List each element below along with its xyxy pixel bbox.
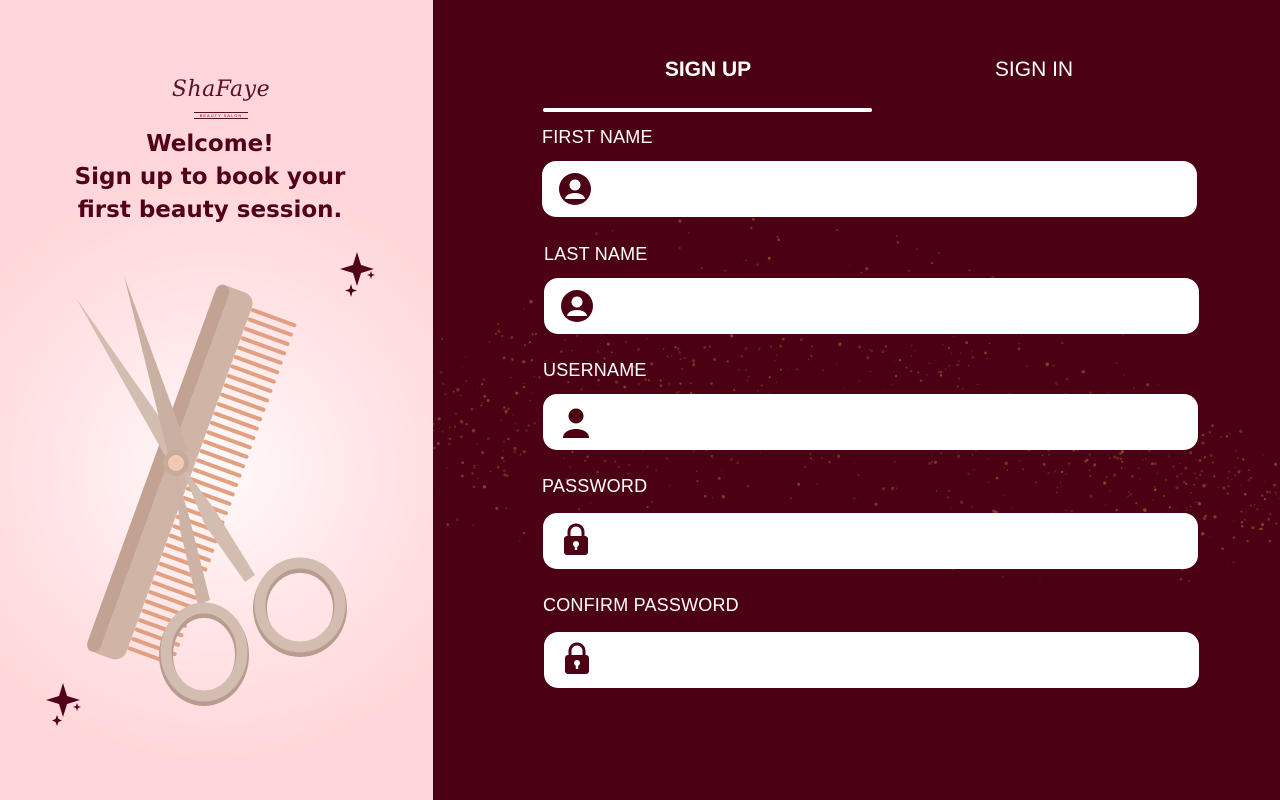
brand-logo: ShaFaye BEAUTY SALON — [163, 77, 279, 119]
username-input[interactable] — [605, 402, 1180, 442]
signup-panel: SIGN UP SIGN IN FIRST NAME LAST NAME USE… — [433, 0, 1280, 800]
sparkle-icon — [46, 683, 81, 726]
user-circle-icon — [559, 173, 591, 205]
user-icon — [563, 408, 589, 438]
user-circle-icon — [561, 290, 593, 322]
welcome-heading: Welcome! Sign up to book your first beau… — [40, 128, 380, 227]
tab-sign-in[interactable]: SIGN IN — [934, 58, 1134, 82]
last-name-label: LAST NAME — [544, 244, 648, 264]
welcome-line-2: Sign up to book your — [74, 164, 346, 190]
brand-logo-text: ShaFaye — [171, 77, 271, 102]
welcome-line-3: first beauty session. — [77, 197, 343, 223]
password-label: PASSWORD — [542, 476, 648, 496]
tab-sign-up[interactable]: SIGN UP — [608, 58, 808, 82]
password-input[interactable] — [605, 521, 1180, 561]
first-name-label: FIRST NAME — [542, 127, 653, 147]
active-tab-indicator — [543, 108, 872, 112]
welcome-line-1: Welcome! — [146, 131, 274, 157]
last-name-field[interactable] — [544, 278, 1199, 334]
confirm-password-field[interactable] — [544, 632, 1199, 688]
username-field[interactable] — [543, 394, 1198, 450]
last-name-input[interactable] — [606, 286, 1181, 326]
confirm-password-label: CONFIRM PASSWORD — [543, 595, 739, 615]
brand-logo-subtitle: BEAUTY SALON — [193, 112, 249, 119]
password-field[interactable] — [543, 513, 1198, 569]
welcome-panel: ShaFaye BEAUTY SALON Welcome! Sign up to… — [0, 0, 433, 800]
lock-icon — [565, 642, 589, 674]
username-label: USERNAME — [543, 360, 647, 380]
confirm-password-input[interactable] — [606, 640, 1181, 680]
first-name-input[interactable] — [604, 169, 1179, 209]
lock-icon — [564, 523, 588, 555]
sparkle-icon — [340, 252, 375, 297]
first-name-field[interactable] — [542, 161, 1197, 217]
scissors-comb-illustration — [46, 252, 375, 726]
